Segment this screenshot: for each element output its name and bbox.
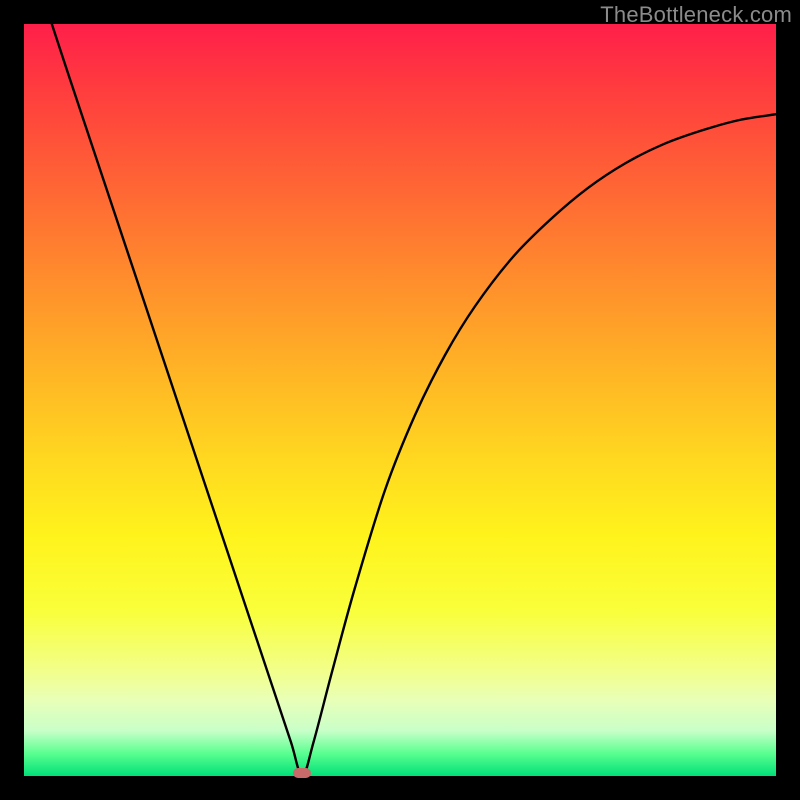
chart-plot-area [24, 24, 776, 776]
chart-frame: TheBottleneck.com [0, 0, 800, 800]
bottleneck-curve [24, 24, 776, 776]
watermark-text: TheBottleneck.com [600, 2, 792, 28]
optimal-marker-icon [293, 768, 311, 778]
